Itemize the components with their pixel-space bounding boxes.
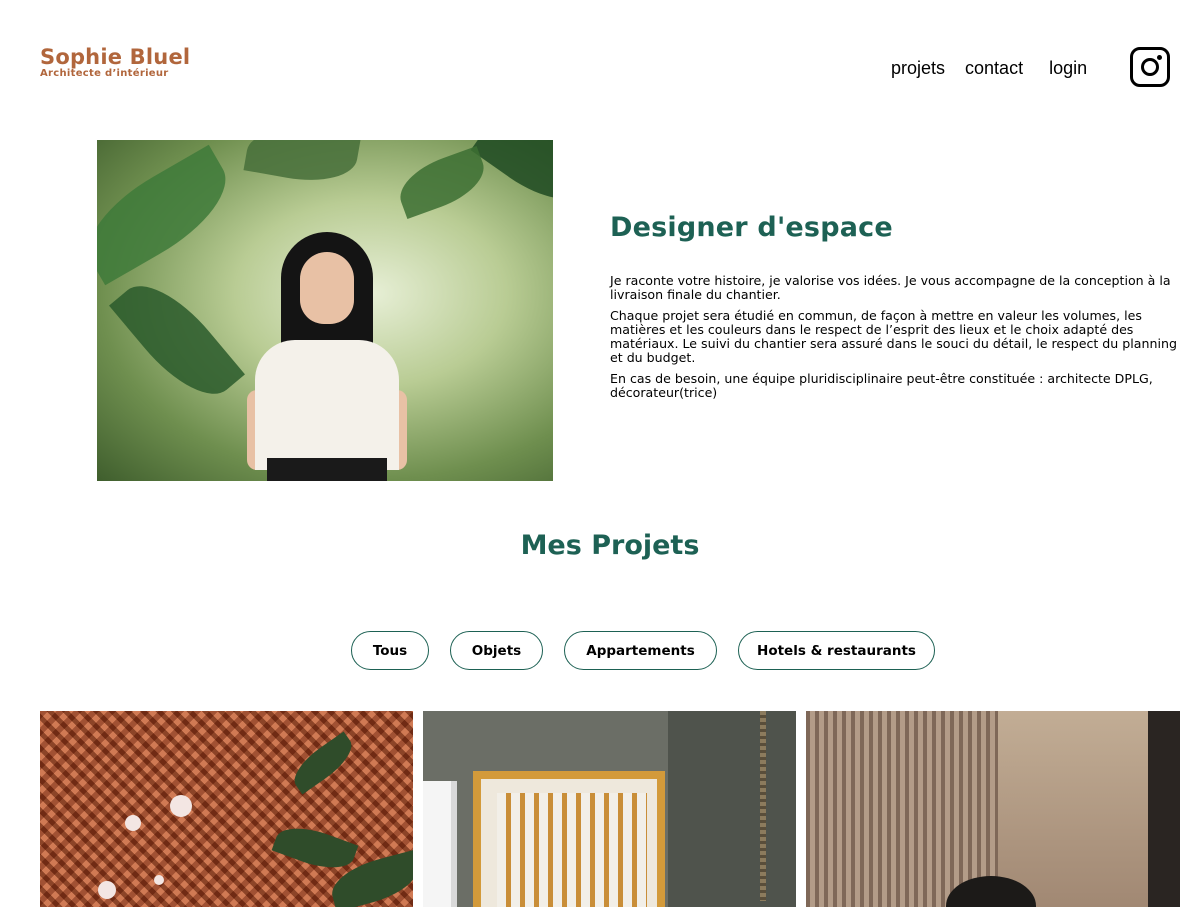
main-nav: projets contact login	[891, 56, 1087, 80]
about-paragraph: En cas de besoin, une équipe pluridiscip…	[610, 371, 1153, 400]
filter-button-tous[interactable]: Tous	[351, 631, 429, 670]
lamp-globe	[98, 881, 116, 899]
lamp-globe	[125, 815, 141, 831]
portfolio-title: Mes Projets	[520, 530, 700, 561]
project-image[interactable]	[806, 711, 1180, 907]
curtain-shape	[806, 711, 998, 907]
nav-link-contact[interactable]: contact	[965, 56, 1023, 80]
leaf-shape	[243, 140, 361, 190]
logo[interactable]: Sophie Bluel Architecte d’intérieur	[40, 46, 190, 80]
portrait-image	[97, 140, 553, 481]
leaf-shape	[109, 267, 245, 413]
filter-button-hotels-restaurants[interactable]: Hotels & restaurants	[738, 631, 935, 670]
door-shape	[423, 781, 457, 907]
portrait-skirt	[267, 458, 387, 481]
instagram-icon[interactable]	[1130, 47, 1170, 87]
project-gallery	[40, 711, 1180, 907]
wall-glow	[998, 711, 1148, 907]
leaf-shape	[470, 140, 553, 219]
logo-title: Sophie Bluel	[40, 45, 191, 69]
about-article: Designer d'espace Je raconte votre histo…	[610, 210, 1185, 407]
project-image[interactable]	[40, 711, 413, 907]
nav-link-login[interactable]: login	[1049, 56, 1087, 80]
logo-subtitle: Architecte d’intérieur	[40, 68, 169, 79]
lamp-globe	[170, 795, 192, 817]
filter-button-appartements[interactable]: Appartements	[564, 631, 717, 670]
dark-edge	[1148, 711, 1180, 907]
wall-shadow	[668, 711, 796, 907]
instagram-lens	[1141, 58, 1159, 76]
instagram-dot	[1157, 55, 1162, 60]
about-title: Designer d'espace	[610, 212, 893, 243]
portrait-face	[300, 252, 354, 324]
filter-bar: Tous Objets Appartements Hotels & restau…	[351, 631, 935, 670]
portrait-shirt	[255, 340, 399, 470]
about-paragraph: Chaque projet sera étudié en commun, de …	[610, 308, 1177, 365]
screen-slats	[497, 793, 647, 907]
about-paragraph: Je raconte votre histoire, je valorise v…	[610, 273, 1171, 302]
nav-link-projets[interactable]: projets	[891, 56, 945, 80]
leaf-shape	[392, 145, 492, 220]
project-image[interactable]	[423, 711, 796, 907]
filter-button-objets[interactable]: Objets	[450, 631, 543, 670]
hanging-rope	[760, 711, 766, 901]
leaf-shape	[97, 144, 244, 286]
lamp-globe	[154, 875, 164, 885]
